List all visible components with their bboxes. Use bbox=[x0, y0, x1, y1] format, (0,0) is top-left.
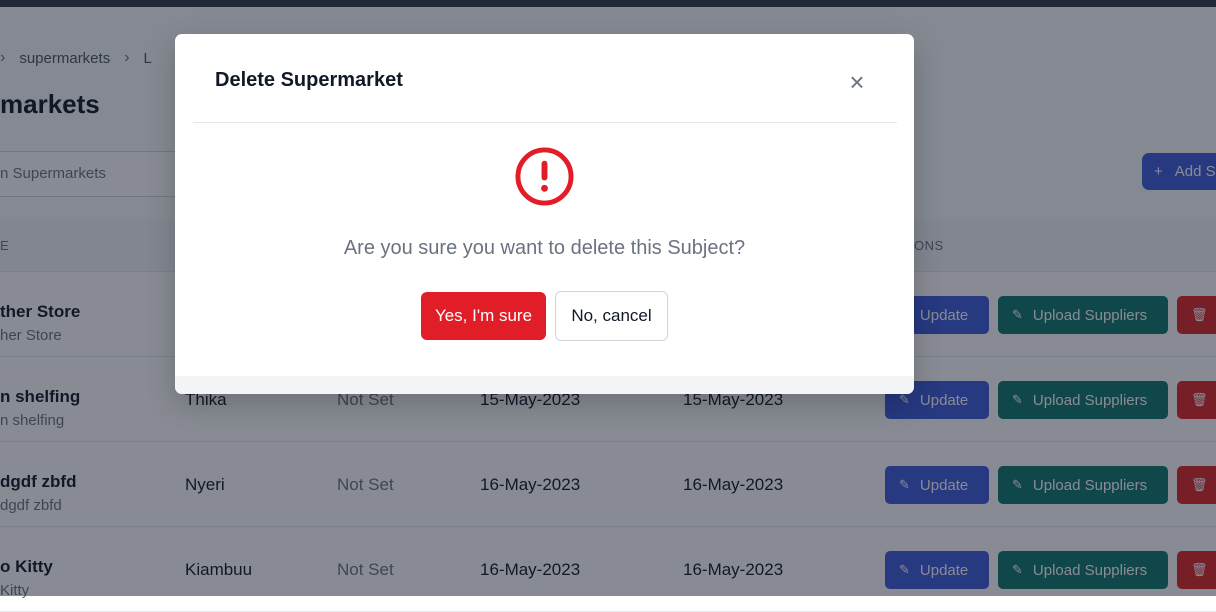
close-icon[interactable]: × bbox=[845, 69, 869, 95]
modal-footer bbox=[175, 376, 914, 394]
modal-divider bbox=[193, 122, 897, 123]
confirm-delete-button[interactable]: Yes, I'm sure bbox=[421, 292, 546, 340]
modal-message: Are you sure you want to delete this Sub… bbox=[343, 237, 746, 259]
exclamation-circle-icon bbox=[515, 147, 574, 206]
delete-supermarket-modal: Delete Supermarket × Are you sure you wa… bbox=[175, 34, 914, 394]
modal-title: Delete Supermarket bbox=[215, 69, 403, 91]
cancel-button[interactable]: No, cancel bbox=[555, 291, 668, 341]
browser-top-bar bbox=[0, 0, 1216, 7]
